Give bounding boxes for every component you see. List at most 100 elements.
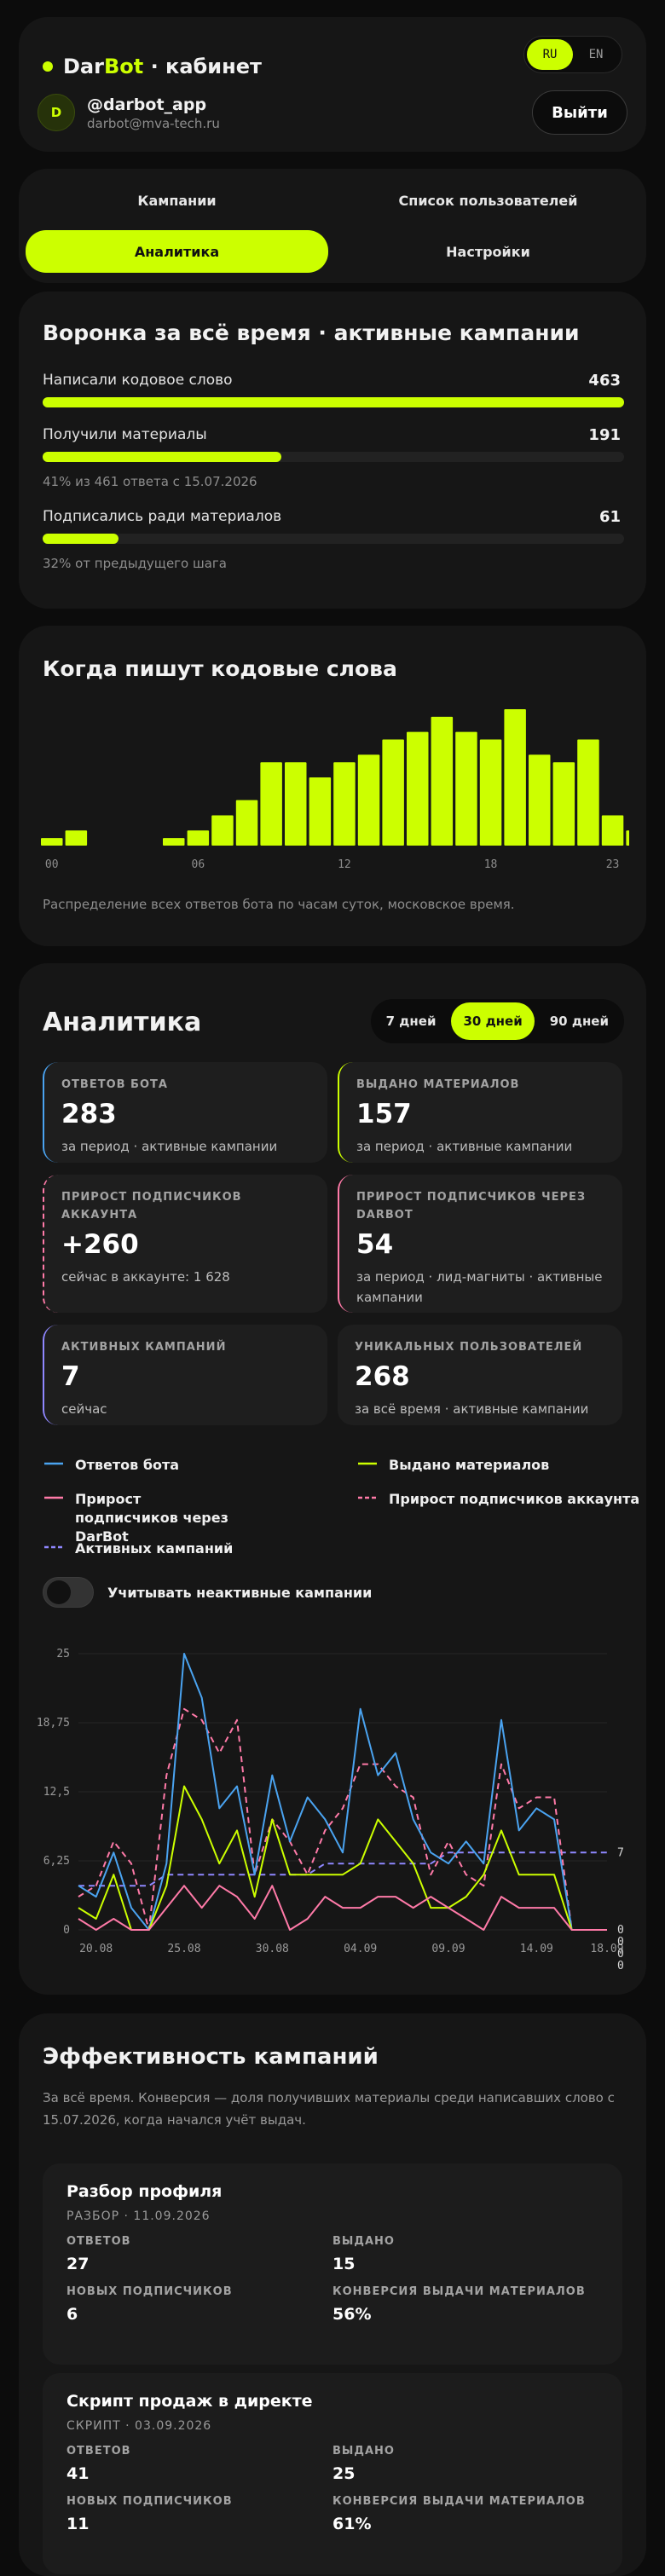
funnel-row-label: Подписались ради материалов bbox=[43, 508, 282, 525]
funnel-bar-track bbox=[43, 397, 624, 407]
funnel-note: 32% от предыдущего шага bbox=[43, 556, 227, 571]
y-tick-label: 12,5 bbox=[43, 1786, 70, 1799]
legend-item[interactable]: Выдано материалов bbox=[358, 1456, 549, 1475]
funnel-row-label: Получили материалы bbox=[43, 426, 207, 443]
legend-swatch bbox=[44, 1462, 63, 1465]
brand-logo: Dar Bot · кабинет bbox=[43, 55, 262, 78]
hour-bar bbox=[577, 739, 599, 846]
x-tick-label: 25.08 bbox=[167, 1943, 200, 1955]
funnel-bar-fill bbox=[43, 452, 281, 462]
user-email: darbot@mva-tech.ru bbox=[87, 116, 220, 131]
campaign-stat-label: ВЫДАНО bbox=[332, 2235, 395, 2248]
brand-dot-icon bbox=[43, 61, 53, 72]
tab-settings[interactable]: Настройки bbox=[337, 230, 639, 273]
campaign-stat: ВЫДАНО 15 bbox=[332, 2235, 598, 2273]
avatar: D bbox=[38, 94, 75, 131]
logout-button[interactable]: Выйти bbox=[532, 90, 627, 135]
campaign-stat-label: КОНВЕРСИЯ ВЫДАЧИ МАТЕРИАЛОВ bbox=[332, 2285, 586, 2298]
hour-bar bbox=[260, 762, 282, 846]
hour-bar bbox=[504, 709, 526, 846]
hours-histogram: 00 06 12 18 23 bbox=[41, 709, 629, 871]
stat-card: ОТВЕТОВ БОТА 283 за период · активные ка… bbox=[43, 1062, 327, 1163]
stat-label: ВЫДАНО МАТЕРИАЛОВ bbox=[356, 1078, 520, 1091]
campaign-card[interactable]: Скрипт продаж в директе СКРИПТ · 03.09.2… bbox=[43, 2373, 622, 2574]
period-90-button[interactable]: 90 дней bbox=[538, 1002, 621, 1040]
funnel-row-value: 61 bbox=[598, 508, 621, 526]
hours-title: Когда пишут кодовые слова bbox=[43, 656, 397, 681]
hour-bar bbox=[601, 815, 624, 846]
hour-bar bbox=[65, 830, 88, 846]
efficiency-card: Эффективность кампаний За всё время. Кон… bbox=[19, 2013, 646, 2576]
campaign-stat-value: 27 bbox=[66, 2255, 90, 2273]
stat-value: +260 bbox=[61, 1229, 139, 1260]
hour-bar bbox=[382, 739, 404, 846]
hour-bar bbox=[626, 830, 629, 846]
funnel-row-value: 191 bbox=[588, 426, 621, 444]
stat-label: УНИКАЛЬНЫХ ПОЛЬЗОВАТЕЛЕЙ bbox=[355, 1341, 583, 1354]
y-tick-label: 18,75 bbox=[37, 1717, 70, 1730]
series-end-label: 0 bbox=[617, 1960, 624, 1972]
toggle-label: Учитывать неактивные кампании bbox=[107, 1585, 373, 1601]
campaign-stat: КОНВЕРСИЯ ВЫДАЧИ МАТЕРИАЛОВ 61% bbox=[332, 2495, 598, 2533]
y-tick-label: 25 bbox=[56, 1648, 70, 1661]
lang-en-button[interactable]: EN bbox=[573, 39, 619, 70]
campaign-stats: ОТВЕТОВ 27 ВЫДАНО 15 НОВЫХ ПОДПИСЧИКОВ 6 КО… bbox=[66, 2235, 598, 2324]
legend-swatch bbox=[358, 1496, 377, 1499]
campaign-subtitle: СКРИПТ · 03.09.2026 bbox=[66, 2419, 212, 2433]
campaign-stat: НОВЫХ ПОДПИСЧИКОВ 6 bbox=[66, 2285, 332, 2324]
series-end-label: 7 bbox=[617, 1846, 624, 1859]
stat-label: ПРИРОСТ ПОДПИСЧИКОВ ЧЕРЕЗ DARBOT bbox=[356, 1191, 587, 1222]
series-end-label: 0 bbox=[617, 1936, 624, 1949]
campaign-stat-value: 11 bbox=[66, 2515, 90, 2533]
hour-bar bbox=[455, 731, 477, 846]
hour-bar bbox=[285, 762, 307, 846]
funnel-row-label: Написали кодовое слово bbox=[43, 372, 233, 389]
tab-users[interactable]: Список пользователей bbox=[337, 179, 639, 222]
hour-bar bbox=[407, 731, 429, 846]
campaign-stats: ОТВЕТОВ 41 ВЫДАНО 25 НОВЫХ ПОДПИСЧИКОВ 11 К… bbox=[66, 2445, 598, 2533]
hour-bar bbox=[187, 830, 210, 846]
activity-line-chart: 0 6,25 12,5 18,75 25 20.08 25.08 30.08 04.09 09.0… bbox=[37, 1648, 624, 1972]
legend-swatch bbox=[44, 1545, 63, 1549]
brand-dar: Dar bbox=[63, 55, 104, 78]
x-tick-label: 04.09 bbox=[344, 1943, 377, 1955]
campaign-stat-label: ВЫДАНО bbox=[332, 2445, 395, 2458]
campaign-stat: НОВЫХ ПОДПИСЧИКОВ 11 bbox=[66, 2495, 332, 2533]
series-end-label: 0 bbox=[617, 1924, 624, 1937]
funnel-bar-fill bbox=[43, 534, 119, 544]
period-7-button[interactable]: 7 дней bbox=[374, 1002, 448, 1040]
efficiency-description: За всё время. Конверсия — доля получивши… bbox=[43, 2090, 615, 2128]
period-30-button[interactable]: 30 дней bbox=[451, 1002, 535, 1040]
stat-card: ПРИРОСТ ПОДПИСЧИКОВ ЧЕРЕЗ DARBOT 54 за п… bbox=[338, 1175, 622, 1313]
campaign-stat-label: НОВЫХ ПОДПИСЧИКОВ bbox=[66, 2495, 233, 2508]
hour-bar bbox=[163, 838, 185, 846]
legend-item[interactable]: Ответов бота bbox=[44, 1456, 179, 1475]
legend-swatch bbox=[358, 1462, 377, 1465]
hour-bar bbox=[309, 777, 332, 846]
tab-campaigns[interactable]: Кампании bbox=[26, 179, 328, 222]
campaign-title: Скрипт продаж в директе bbox=[66, 2392, 313, 2411]
lang-ru-button[interactable]: RU bbox=[527, 39, 573, 70]
campaign-card[interactable]: Разбор профиля РАЗБОР · 11.09.2026 ОТВЕТ… bbox=[43, 2163, 622, 2365]
tab-analytics[interactable]: Аналитика bbox=[26, 230, 328, 273]
campaign-stat-label: ОТВЕТОВ bbox=[66, 2445, 131, 2458]
legend-item[interactable]: Прирост подписчиков аккаунта bbox=[358, 1490, 639, 1509]
hour-bar bbox=[479, 739, 502, 846]
campaign-stat: ОТВЕТОВ 41 bbox=[66, 2445, 332, 2483]
inactive-campaigns-toggle[interactable] bbox=[43, 1577, 94, 1608]
legend-item[interactable]: Активных кампаний bbox=[44, 1539, 233, 1558]
legend-item[interactable]: Прирост подписчиков через DarBot bbox=[44, 1490, 240, 1546]
campaign-stat: ОТВЕТОВ 27 bbox=[66, 2235, 332, 2273]
hours-card: Когда пишут кодовые слова 00 06 12 18 23 Рас… bbox=[19, 626, 646, 946]
x-tick-label: 20.08 bbox=[79, 1943, 113, 1955]
hour-tick-label: 23 bbox=[606, 858, 620, 871]
hour-bar bbox=[41, 838, 63, 846]
stat-value: 268 bbox=[355, 1361, 410, 1392]
hour-bar bbox=[211, 815, 234, 846]
brand-bot: Bot bbox=[103, 55, 144, 78]
y-tick-label: 0 bbox=[63, 1924, 70, 1937]
y-tick-label: 6,25 bbox=[43, 1855, 70, 1868]
period-selector: 7 дней 30 дней 90 дней bbox=[370, 999, 624, 1043]
campaign-stat: ВЫДАНО 25 bbox=[332, 2445, 598, 2483]
x-tick-label: 30.08 bbox=[256, 1943, 289, 1955]
